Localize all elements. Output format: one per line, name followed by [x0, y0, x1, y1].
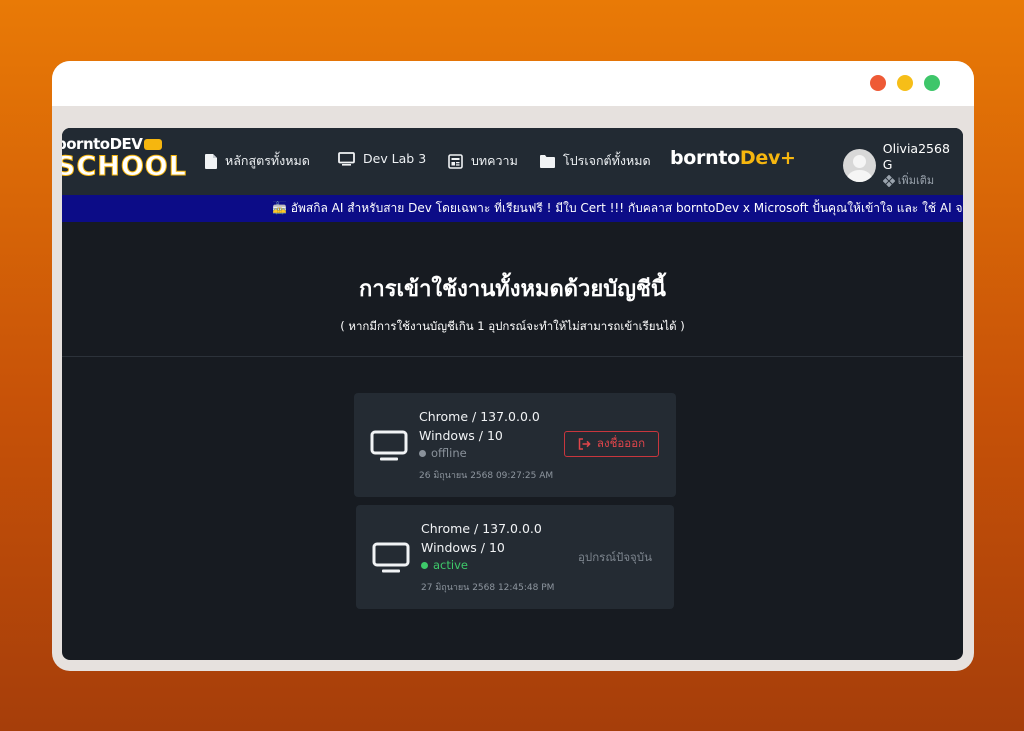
school-logo[interactable]: borntoDEV SCHOOL [62, 136, 187, 186]
desktop-monitor-icon [370, 430, 408, 461]
logo-badge-icon [144, 139, 163, 150]
nav-all-projects-label: โปรเจกต์ทั้งหมด [563, 153, 651, 168]
brand-text-b: Dev+ [739, 147, 796, 169]
session-card-current: Chrome / 137.0.0.0 Windows / 10 active 2… [356, 505, 674, 609]
promo-banner[interactable]: 🚋 อัพสกิล AI สำหรับสาย Dev โดยเฉพาะ ที่เ… [62, 195, 963, 222]
session-card: Chrome / 137.0.0.0 Windows / 10 offline … [354, 393, 676, 497]
status-dot-icon [419, 449, 426, 457]
logout-device-button[interactable]: ลงชื่อออก [564, 431, 659, 457]
session-status: active [421, 558, 468, 572]
window-titlebar [52, 61, 974, 106]
nav-all-courses[interactable]: หลักสูตรทั้งหมด [205, 151, 310, 171]
session-date: 26 มิถุนายน 2568 09:27:25 AM [419, 471, 554, 481]
avatar [843, 148, 876, 182]
sign-out-icon [578, 438, 591, 450]
session-status-label: offline [431, 446, 467, 460]
user-menu[interactable]: Olivia2568 G เพิ่มเติม [843, 141, 963, 189]
session-browser: Chrome / 137.0.0.0 [421, 521, 542, 536]
nav-all-projects[interactable]: โปรเจกต์ทั้งหมด [540, 151, 651, 171]
top-navbar: borntoDEV SCHOOL หลักสูตรทั้งหมด Dev Lab… [62, 128, 963, 195]
section-divider [62, 356, 963, 357]
diamond-grid-icon [882, 175, 895, 187]
page-title: การเข้าใช้งานทั้งหมดด้วยบัญชีนี้ [359, 277, 666, 302]
user-name: Olivia2568 G [882, 141, 950, 172]
user-more-label: เพิ่มเติม [897, 174, 935, 187]
monitor-icon [338, 151, 355, 166]
session-date: 27 มิถุนายน 2568 12:45:48 PM [421, 583, 555, 593]
nav-dev-lab-label: Dev Lab 3 [363, 151, 427, 166]
close-window-dot[interactable] [870, 75, 886, 91]
window-controls [870, 75, 940, 91]
current-device-label: อุปกรณ์ปัจจุบัน [578, 550, 652, 564]
session-status-label: active [433, 558, 468, 572]
session-status: offline [419, 446, 467, 460]
logout-label: ลงชื่อออก [596, 436, 646, 450]
brand-text-a: bornto [670, 147, 740, 169]
maximize-window-dot[interactable] [924, 75, 940, 91]
session-os: Windows / 10 [419, 428, 503, 443]
session-browser: Chrome / 137.0.0.0 [419, 409, 540, 424]
borntodev-plus-link[interactable]: borntoDev+ [670, 147, 796, 169]
nav-articles-label: บทความ [471, 153, 518, 168]
desktop-monitor-icon [372, 542, 410, 573]
minimize-window-dot[interactable] [897, 75, 913, 91]
document-icon [205, 153, 217, 169]
nav-dev-lab[interactable]: Dev Lab 3 [338, 151, 426, 166]
browser-window: borntoDEV SCHOOL หลักสูตรทั้งหมด Dev Lab… [52, 61, 974, 671]
status-dot-icon [421, 561, 428, 569]
logo-bottom-text: SCHOOL [62, 151, 187, 182]
session-os: Windows / 10 [421, 540, 505, 555]
article-icon [448, 153, 463, 169]
promo-banner-text: 🚋 อัพสกิล AI สำหรับสาย Dev โดยเฉพาะ ที่เ… [272, 201, 963, 215]
app-viewport: borntoDEV SCHOOL หลักสูตรทั้งหมด Dev Lab… [62, 128, 963, 660]
page-subtitle: ( หากมีการใช้งานบัญชีเกิน 1 อุปกรณ์จะทำใ… [340, 319, 685, 333]
nav-articles[interactable]: บทความ [448, 151, 518, 171]
folder-icon [540, 154, 555, 168]
nav-all-courses-label: หลักสูตรทั้งหมด [225, 153, 310, 168]
